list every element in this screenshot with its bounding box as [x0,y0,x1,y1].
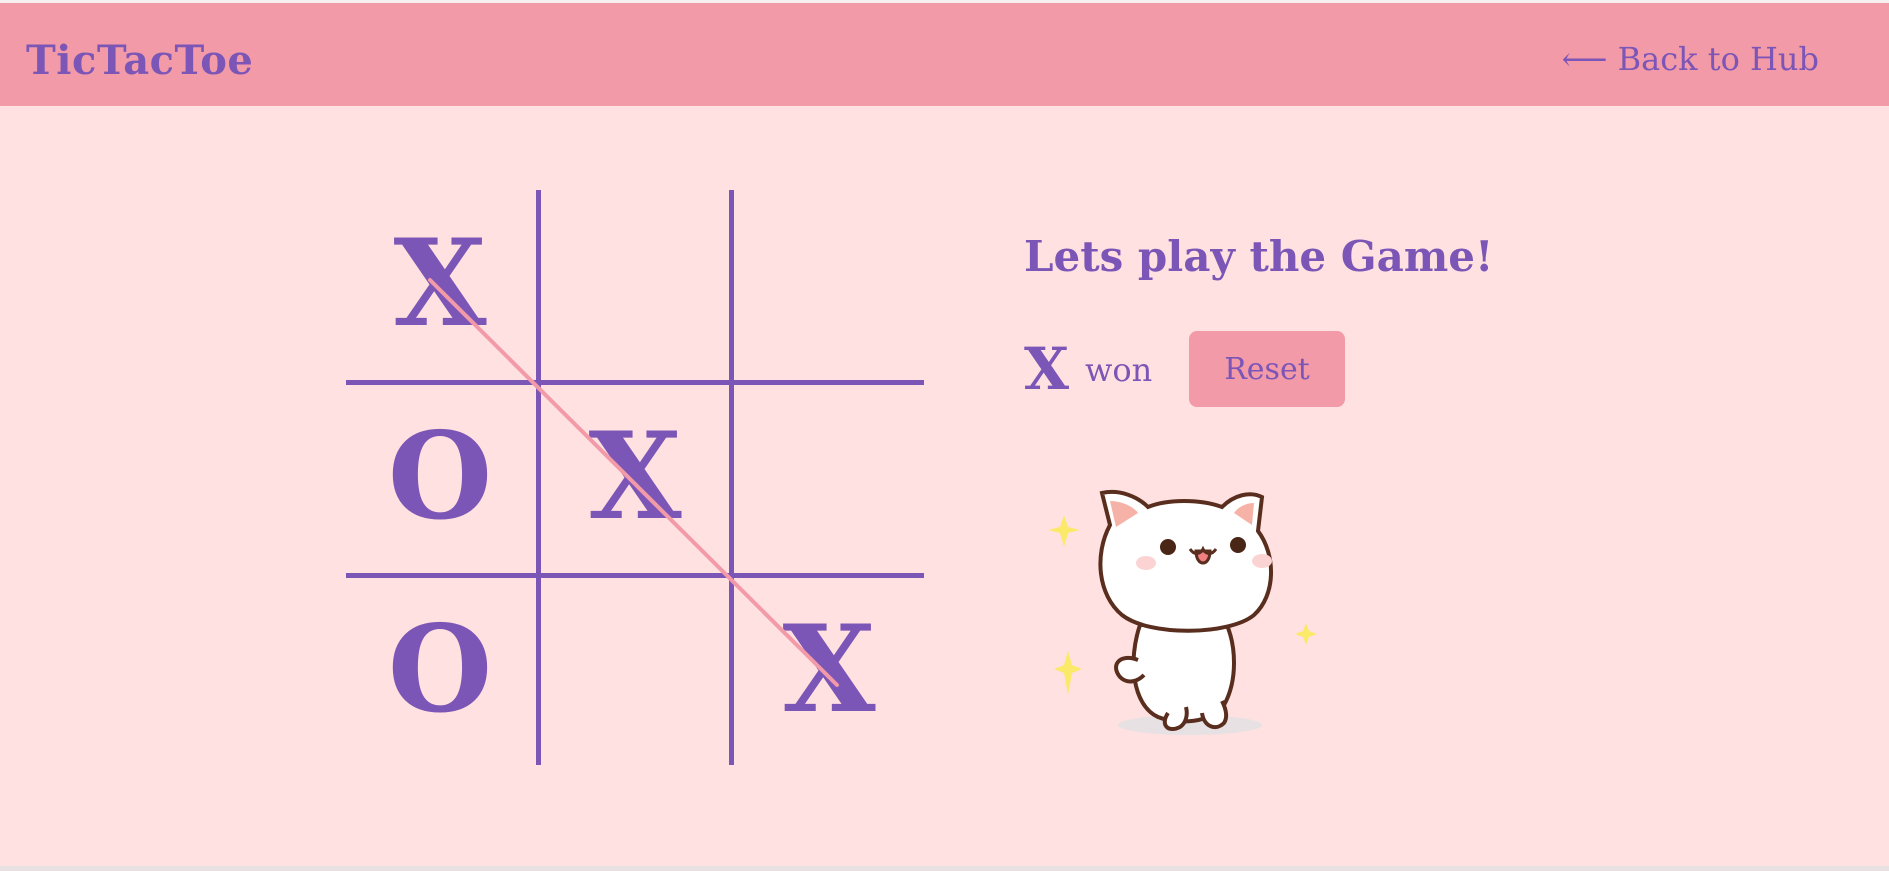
board-cell[interactable]: X [346,190,534,378]
grid-line-horizontal [346,573,924,578]
app-brand: TicTacToe [26,37,254,84]
board-cell[interactable] [735,383,923,571]
happy-cat-sticker-icon [1048,490,1317,735]
game-title: Lets play the Game! [1024,232,1494,281]
board-cell[interactable] [541,190,729,378]
grid-line-horizontal [346,380,924,385]
window-bottom-edge [0,866,1889,871]
board-cell[interactable]: X [735,576,923,764]
winner-symbol: X [1024,335,1070,403]
grid-line-vertical [536,190,541,765]
board-cell[interactable] [541,576,729,764]
board-cell[interactable]: O [346,383,534,571]
reset-button[interactable]: Reset [1189,331,1345,407]
game-board: X O X O X [346,190,924,765]
board-cell[interactable]: X [541,383,729,571]
game-status: Xwon [1024,335,1152,403]
board-cell[interactable]: O [346,576,534,764]
board-cell[interactable] [735,190,923,378]
top-nav-bar: TicTacToe ⟵ Back to Hub [0,3,1889,106]
won-label: won [1085,351,1153,389]
grid-line-vertical [729,190,734,765]
back-to-hub-link[interactable]: ⟵ Back to Hub [1562,40,1819,78]
